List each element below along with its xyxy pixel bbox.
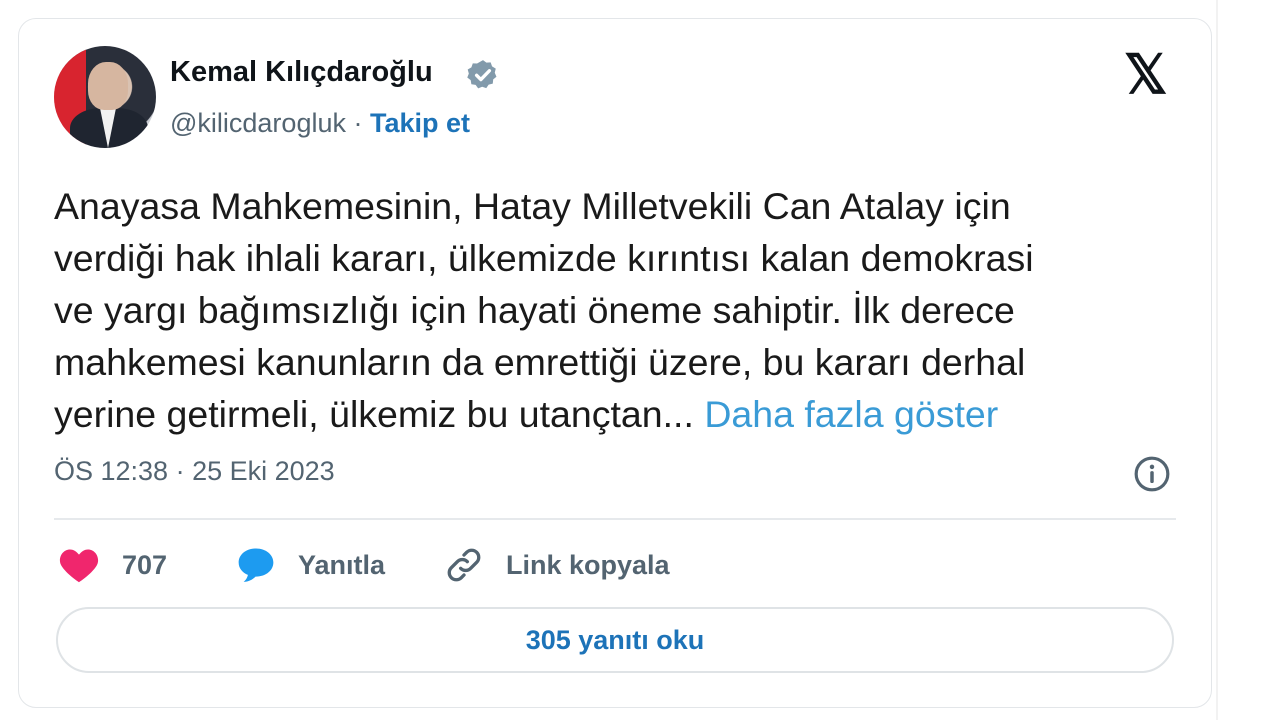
copy-link-button[interactable]: Link kopyala xyxy=(444,540,670,590)
info-icon[interactable] xyxy=(1133,455,1171,493)
reply-bubble-icon xyxy=(238,548,274,582)
tweet-line: yerine getirmeli, ülkemiz bu utançtan... xyxy=(54,393,694,435)
heart-icon xyxy=(59,549,99,583)
tweet-timestamp[interactable]: ÖS 12:38 · 25 Eki 2023 xyxy=(54,456,335,487)
reply-label: Yanıtla xyxy=(298,549,386,580)
read-replies-button[interactable]: 305 yanıtı oku xyxy=(56,607,1174,673)
follow-link[interactable]: Takip et xyxy=(370,108,470,138)
tweet-text: Anayasa Mahkemesinin, Hatay Milletvekili… xyxy=(54,180,1194,440)
x-logo-icon[interactable]: 𝕏 xyxy=(1124,48,1168,102)
tweet-line: Anayasa Mahkemesinin, Hatay Milletvekili… xyxy=(54,185,1011,227)
copy-link-label: Link kopyala xyxy=(506,549,670,580)
divider xyxy=(54,518,1176,520)
tweet-line-last: yerine getirmeli, ülkemiz bu utançtan...… xyxy=(54,388,1194,440)
author-handle-row: @kilicdarogluk · Takip et xyxy=(170,108,470,139)
reply-button[interactable]: Yanıtla xyxy=(236,540,385,590)
tweet-line: ve yargı bağımsızlığı için hayati öneme … xyxy=(54,289,1015,331)
handle-separator: · xyxy=(345,108,370,138)
read-replies-label: 305 yanıtı oku xyxy=(525,624,705,655)
tweet-line: mahkemesi kanunların da emrettiği üzere,… xyxy=(54,341,1026,383)
author-handle[interactable]: @kilicdarogluk xyxy=(170,108,346,138)
link-icon xyxy=(447,548,481,582)
avatar[interactable] xyxy=(54,46,156,148)
show-more-link[interactable]: Daha fazla göster xyxy=(704,393,998,435)
tweet-line: verdiği hak ihlali kararı, ülkemizde kır… xyxy=(54,237,1034,279)
page-edge xyxy=(1216,0,1218,720)
face-shape xyxy=(88,62,128,110)
like-button[interactable]: 707 xyxy=(58,540,167,590)
author-name[interactable]: Kemal Kılıçdaroğlu xyxy=(170,56,433,89)
like-count: 707 xyxy=(122,549,168,580)
verified-badge-icon xyxy=(467,60,497,89)
